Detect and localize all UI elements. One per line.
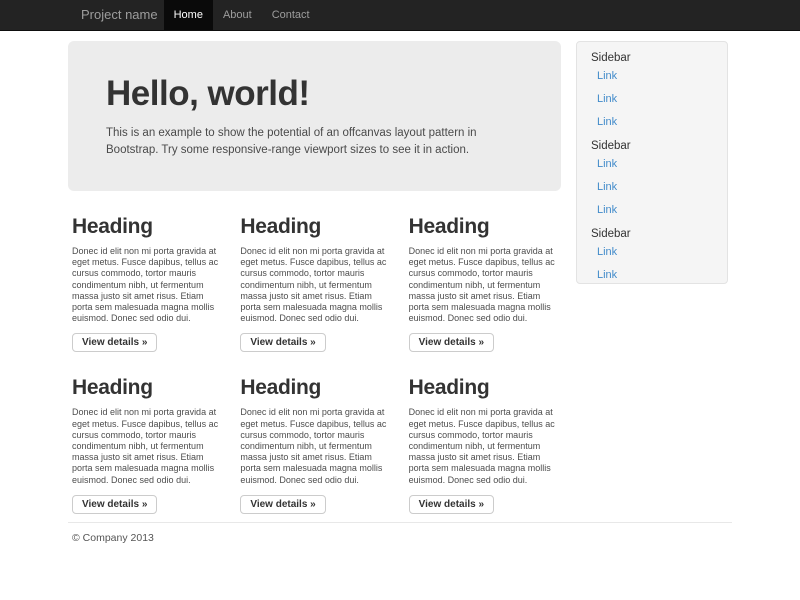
page-subtitle: This is an example to show the potential… <box>106 125 523 158</box>
view-details-button[interactable]: View details » <box>72 333 157 352</box>
content-card-6: Heading Donec id elit non mi porta gravi… <box>409 358 561 513</box>
card-heading: Heading <box>240 376 392 399</box>
card-heading: Heading <box>409 376 561 399</box>
sidebar-link[interactable]: Link <box>591 65 719 88</box>
page: Project name Home About Contact Hello, w… <box>0 0 800 600</box>
sidebar-well: Sidebar Link Link Link Sidebar Link Link… <box>576 41 728 284</box>
view-details-button[interactable]: View details » <box>409 495 494 514</box>
cards-grid: Heading Donec id elit non mi porta gravi… <box>68 197 561 514</box>
card-body-text: Donec id elit non mi porta gravida at eg… <box>240 407 392 485</box>
sidebar-link[interactable]: Link <box>591 176 719 199</box>
sidebar-group-header-1: Sidebar <box>591 52 719 65</box>
main-container: Hello, world! This is an example to show… <box>68 41 732 544</box>
content-card-5: Heading Donec id elit non mi porta gravi… <box>240 358 392 513</box>
card-body-text: Donec id elit non mi porta gravida at eg… <box>72 246 224 324</box>
content-row: Hello, world! This is an example to show… <box>68 41 732 514</box>
view-details-button[interactable]: View details » <box>72 495 157 514</box>
card-body-text: Donec id elit non mi porta gravida at eg… <box>409 407 561 485</box>
sidebar-group-header-3: Sidebar <box>591 228 719 241</box>
sidebar-link[interactable]: Link <box>591 111 719 134</box>
navbar-menu: Home About Contact <box>164 0 320 30</box>
copyright-text: © Company 2013 <box>72 532 732 544</box>
sidebar-group-header-2: Sidebar <box>591 140 719 153</box>
view-details-button[interactable]: View details » <box>409 333 494 352</box>
sidebar-link[interactable]: Link <box>591 199 719 222</box>
main-column: Hello, world! This is an example to show… <box>68 41 561 514</box>
content-card-3: Heading Donec id elit non mi porta gravi… <box>409 197 561 352</box>
card-heading: Heading <box>72 376 224 399</box>
top-navbar: Project name Home About Contact <box>0 0 800 31</box>
page-title: Hello, world! <box>106 75 523 113</box>
brand-link[interactable]: Project name <box>68 0 164 30</box>
view-details-button[interactable]: View details » <box>240 495 325 514</box>
nav-item-home[interactable]: Home <box>164 0 213 30</box>
nav-item-about[interactable]: About <box>213 0 262 30</box>
card-heading: Heading <box>240 215 392 238</box>
sidebar-link[interactable]: Link <box>591 264 719 284</box>
card-body-text: Donec id elit non mi porta gravida at eg… <box>72 407 224 485</box>
content-card-4: Heading Donec id elit non mi porta gravi… <box>72 358 224 513</box>
jumbotron: Hello, world! This is an example to show… <box>68 41 561 191</box>
card-heading: Heading <box>409 215 561 238</box>
card-heading: Heading <box>72 215 224 238</box>
card-body-text: Donec id elit non mi porta gravida at eg… <box>240 246 392 324</box>
content-card-1: Heading Donec id elit non mi porta gravi… <box>72 197 224 352</box>
content-card-2: Heading Donec id elit non mi porta gravi… <box>240 197 392 352</box>
navbar-container: Project name Home About Contact <box>68 0 732 30</box>
sidebar-link[interactable]: Link <box>591 153 719 176</box>
nav-item-contact[interactable]: Contact <box>262 0 320 30</box>
card-body-text: Donec id elit non mi porta gravida at eg… <box>409 246 561 324</box>
footer-divider <box>68 522 732 523</box>
sidebar-link[interactable]: Link <box>591 88 719 111</box>
view-details-button[interactable]: View details » <box>240 333 325 352</box>
sidebar-link[interactable]: Link <box>591 241 719 264</box>
